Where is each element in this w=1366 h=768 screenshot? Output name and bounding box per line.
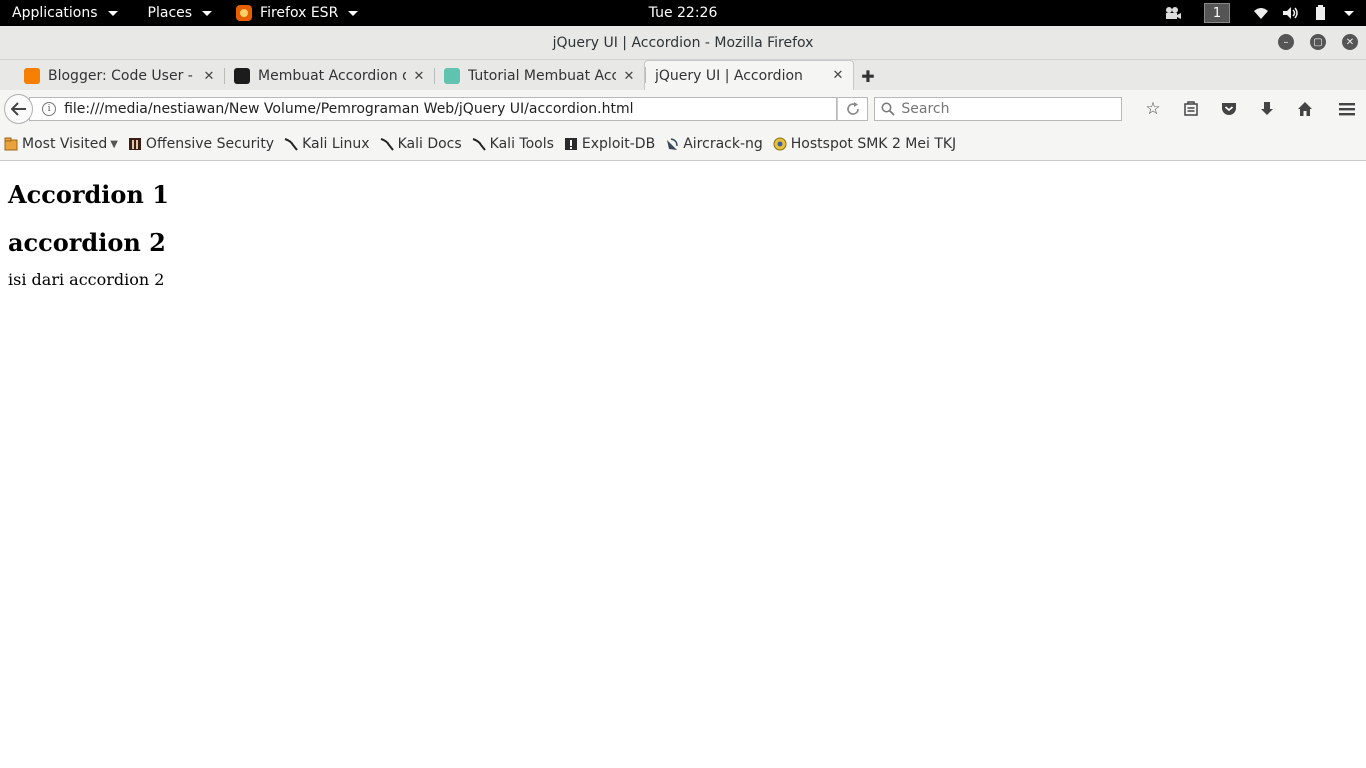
- places-label: Places: [147, 5, 193, 21]
- blogger-icon: [24, 68, 40, 84]
- search-bar[interactable]: [874, 97, 1122, 121]
- power-menu-chevron-icon[interactable]: [1336, 0, 1362, 26]
- camera-icon[interactable]: [1158, 0, 1188, 26]
- bookmark-star-icon[interactable]: ☆: [1134, 94, 1172, 124]
- bookmark-kali-linux[interactable]: Kali Linux: [284, 136, 370, 152]
- chevron-down-icon: ▼: [110, 138, 118, 150]
- system-top-bar: Applications Places Firefox ESR Tue 22:2…: [0, 0, 1366, 26]
- exploitdb-icon: [564, 137, 578, 151]
- url-input[interactable]: [64, 101, 837, 117]
- page-content: Accordion 1 accordion 2 isi dari accordi…: [0, 162, 1366, 768]
- firefox-icon: [236, 5, 253, 21]
- site-favicon-icon: [444, 68, 460, 84]
- clock[interactable]: Tue 22:26: [649, 5, 718, 21]
- bookmarks-toolbar: Most Visited ▼ Offensive Security Kali L…: [0, 128, 1366, 161]
- bookmark-kali-docs[interactable]: Kali Docs: [380, 136, 462, 152]
- tab-close-icon[interactable]: ✕: [831, 68, 845, 83]
- reading-list-icon[interactable]: [1172, 94, 1210, 124]
- kali-icon: [284, 137, 298, 151]
- back-arrow-icon[interactable]: [4, 94, 34, 124]
- kali-icon: [380, 137, 394, 151]
- tab-label: Tutorial Membuat Acc...: [468, 68, 616, 84]
- tab-close-icon[interactable]: ✕: [202, 69, 216, 84]
- maximize-icon[interactable]: ▢: [1310, 34, 1326, 50]
- bookmark-exploit-db[interactable]: Exploit-DB: [564, 136, 655, 152]
- navigation-toolbar: i ☆: [0, 90, 1366, 128]
- tab-jquery-ui-accordion[interactable]: jQuery UI | Accordion ✕: [644, 60, 854, 90]
- bookmark-hostspot-smk[interactable]: Hostspot SMK 2 Mei TKJ: [773, 136, 956, 152]
- places-menu[interactable]: Places: [136, 0, 225, 26]
- bookmark-label: Kali Tools: [489, 136, 554, 152]
- tab-label: Blogger: Code User - ...: [48, 68, 196, 84]
- aircrack-icon: [665, 137, 679, 151]
- bookmark-label: Aircrack-ng: [683, 136, 763, 152]
- workspace-indicator[interactable]: 1: [1204, 3, 1230, 23]
- search-icon: [881, 102, 895, 116]
- hotspot-icon: [773, 137, 787, 151]
- reload-icon[interactable]: [837, 97, 869, 121]
- wifi-icon[interactable]: [1246, 0, 1276, 26]
- bookmark-label: Offensive Security: [145, 136, 275, 152]
- chevron-down-icon: [348, 10, 359, 16]
- system-tray: 1: [1158, 0, 1366, 26]
- bookmark-label: Most Visited: [22, 136, 108, 152]
- bookmark-kali-tools[interactable]: Kali Tools: [472, 136, 554, 152]
- search-input[interactable]: [901, 101, 1121, 117]
- site-info-icon[interactable]: i: [42, 102, 57, 116]
- url-bar[interactable]: i: [29, 97, 838, 121]
- kali-icon: [472, 137, 486, 151]
- tab-strip: Blogger: Code User - ... ✕ Membuat Accor…: [0, 60, 1366, 90]
- tab-close-icon[interactable]: ✕: [412, 69, 426, 84]
- tab-label: Membuat Accordion d...: [258, 68, 406, 84]
- tab-close-icon[interactable]: ✕: [622, 69, 636, 84]
- minimize-icon[interactable]: –: [1278, 34, 1294, 50]
- toolbar-buttons: ☆: [1134, 94, 1366, 124]
- new-tab-plus-icon[interactable]: ✚: [854, 62, 882, 90]
- applications-menu[interactable]: Applications: [0, 0, 130, 26]
- downloads-icon[interactable]: [1248, 94, 1286, 124]
- tab-label: jQuery UI | Accordion: [655, 67, 803, 84]
- bookmark-label: Kali Linux: [302, 136, 370, 152]
- accordion-header-2[interactable]: accordion 2: [8, 228, 1358, 258]
- bookmark-label: Kali Docs: [397, 136, 462, 152]
- app-label: Firefox ESR: [260, 5, 339, 21]
- chevron-down-icon: [107, 10, 118, 16]
- bookmark-label: Hostspot SMK 2 Mei TKJ: [790, 136, 957, 152]
- app-menu[interactable]: Firefox ESR: [224, 0, 370, 26]
- bookmark-most-visited[interactable]: Most Visited ▼: [4, 136, 118, 152]
- tab-membuat-accordion[interactable]: Membuat Accordion d... ✕: [224, 62, 434, 90]
- window-controls: – ▢ ✕: [1278, 34, 1358, 50]
- tab-tutorial-accordion[interactable]: Tutorial Membuat Acc... ✕: [434, 62, 644, 90]
- most-visited-icon: [4, 137, 18, 151]
- applications-label: Applications: [12, 5, 98, 21]
- bookmark-label: Exploit-DB: [581, 136, 656, 152]
- bookmark-offensive-security[interactable]: Offensive Security: [128, 136, 274, 152]
- home-icon[interactable]: [1286, 94, 1324, 124]
- pocket-icon[interactable]: [1210, 94, 1248, 124]
- bookmark-aircrack-ng[interactable]: Aircrack-ng: [665, 136, 763, 152]
- tab-blogger[interactable]: Blogger: Code User - ... ✕: [14, 62, 224, 90]
- hamburger-menu-icon[interactable]: [1328, 94, 1366, 124]
- window-title: jQuery UI | Accordion - Mozilla Firefox: [552, 34, 814, 51]
- accordion-panel-2-text: isi dari accordion 2: [8, 269, 165, 289]
- window-titlebar: jQuery UI | Accordion - Mozilla Firefox …: [0, 26, 1366, 60]
- volume-icon[interactable]: [1276, 0, 1306, 26]
- close-icon[interactable]: ✕: [1342, 34, 1358, 50]
- chevron-down-icon: [202, 10, 213, 16]
- accordion-header-1[interactable]: Accordion 1: [8, 180, 1358, 210]
- site-favicon-icon: [234, 68, 250, 84]
- offsec-icon: [128, 137, 142, 151]
- battery-icon[interactable]: [1306, 0, 1336, 26]
